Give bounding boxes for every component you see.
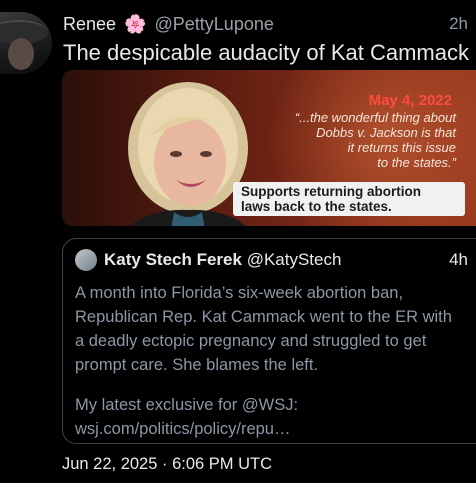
media-caption-box: Supports returning abortion laws back to… bbox=[233, 182, 465, 216]
flower-emoji-icon: 🌸 bbox=[124, 14, 147, 34]
quoted-line: prompt care. She blames the left. bbox=[75, 356, 319, 374]
quoted-link[interactable]: wsj.com/politics/policy/repu… bbox=[75, 420, 290, 438]
quoted-tweet-card[interactable]: Katy Stech Ferek @KatyStech 4h A month i… bbox=[62, 238, 476, 444]
quoted-paragraph: A month into Florida’s six-week abortion… bbox=[75, 281, 470, 377]
author-handle[interactable]: @PettyLupone bbox=[155, 14, 274, 34]
tweet-timestamp[interactable]: Jun 22, 2025 · 6:06 PM UTC bbox=[62, 455, 272, 474]
quoted-author-avatar[interactable] bbox=[75, 249, 97, 271]
tweet-time[interactable]: 2h bbox=[449, 14, 468, 34]
quoted-tweet-time[interactable]: 4h bbox=[449, 250, 468, 270]
quoted-author-handle[interactable]: @KatyStech bbox=[247, 250, 342, 269]
avatar-face bbox=[8, 38, 34, 70]
quoted-line: Republican Rep. Kat Cammack went to the … bbox=[75, 308, 452, 326]
media-quote-line: to the states.” bbox=[377, 155, 456, 170]
media-caption-line: laws back to the states. bbox=[241, 199, 392, 214]
quoted-tweet-body: A month into Florida’s six-week abortion… bbox=[75, 281, 470, 441]
quoted-line: A month into Florida’s six-week abortion… bbox=[75, 284, 404, 302]
media-caption-line: Supports returning abortion bbox=[241, 184, 421, 199]
media-date: May 4, 2022 bbox=[368, 92, 452, 109]
quoted-paragraph: My latest exclusive for @WSJ: wsj.com/po… bbox=[75, 393, 470, 441]
quoted-author-line[interactable]: Katy Stech Ferek @KatyStech bbox=[104, 250, 341, 270]
tweet-media-image[interactable]: May 4, 2022 “...the wonderful thing abou… bbox=[62, 70, 476, 226]
media-quote-line: “...the wonderful thing about bbox=[294, 110, 456, 125]
author-avatar[interactable] bbox=[0, 12, 52, 74]
tweet-text: The despicable audacity of Kat Cammack bbox=[63, 40, 469, 65]
media-quote-line: Dobbs v. Jackson is that bbox=[316, 125, 456, 140]
media-quote-line: it returns this issue bbox=[347, 140, 456, 155]
author-line[interactable]: Renee 🌸 @PettyLupone bbox=[63, 14, 274, 35]
quoted-line: a deadly ectopic pregnancy and struggled… bbox=[75, 332, 427, 350]
author-name[interactable]: Renee bbox=[63, 14, 116, 34]
quoted-author-name[interactable]: Katy Stech Ferek bbox=[104, 250, 242, 269]
quoted-line: My latest exclusive for @WSJ: bbox=[75, 396, 299, 414]
media-quote: “...the wonderful thing about Dobbs v. J… bbox=[236, 110, 456, 170]
